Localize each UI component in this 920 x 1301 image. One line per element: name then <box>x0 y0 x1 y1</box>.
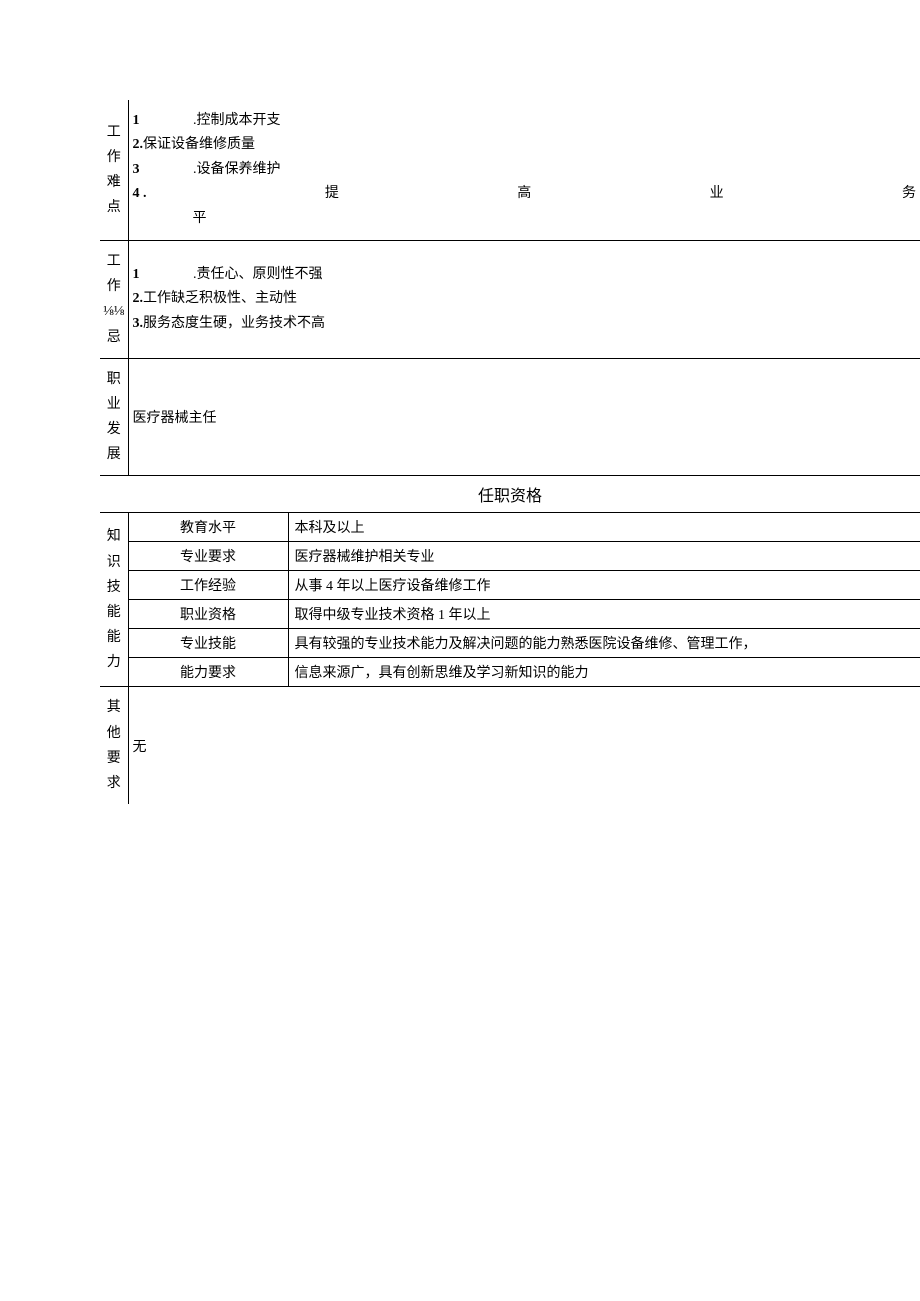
other-text: 无 <box>133 740 147 755</box>
label-char: 忌 <box>102 325 126 350</box>
item-number: 4 . <box>133 183 147 205</box>
qualification-row: 专业技能 具有较强的专业技术能力及解决问题的能力熟悉医院设备维修、管理工作， <box>100 629 920 658</box>
label-char: 要 <box>102 746 126 771</box>
qualification-row: 知 识 技 能 能 力 教育水平 本科及以上 <box>100 513 920 542</box>
taboos-row: 工 作 ⅛⅛ 忌 1 .责任心、原则性不强 2.工作缺乏积极性、主动性 3.服务… <box>100 240 920 358</box>
other-content: 无 <box>128 687 920 804</box>
list-item: 3.服务态度生硬，业务技术不高 <box>133 313 917 335</box>
list-item: 2.保证设备维修质量 <box>133 134 917 156</box>
qualification-row: 职业资格 取得中级专业技术资格 1 年以上 <box>100 600 920 629</box>
justified-char: 业 <box>710 183 724 205</box>
career-content: 医疗器械主任 <box>128 358 920 476</box>
label-char: 业 <box>102 392 126 417</box>
label-char: 求 <box>102 771 126 796</box>
label-char: 力 <box>102 650 126 675</box>
item-number: 1 <box>133 110 140 132</box>
item-text: .设备保养维护 <box>193 162 281 177</box>
item-number: 2. <box>133 134 144 156</box>
label-char: 他 <box>102 721 126 746</box>
list-item-justified: 4 . 提 高 业 务 <box>133 183 917 205</box>
qualification-row: 工作经验 从事 4 年以上医疗设备维修工作 <box>100 571 920 600</box>
label-char: 知 <box>102 524 126 549</box>
qualification-sublabel: 教育水平 <box>128 513 288 542</box>
label-char: 识 <box>102 550 126 575</box>
difficulties-row: 工 作 难 点 1 .控制成本开支 2.保证设备维修质量 3 .设备保养维护 4… <box>100 100 920 240</box>
item-number: 3 <box>133 159 140 181</box>
qualification-value: 本科及以上 <box>288 513 920 542</box>
knowledge-label: 知 识 技 能 能 力 <box>100 513 128 687</box>
other-label: 其 他 要 求 <box>100 687 128 804</box>
qualification-sublabel: 专业要求 <box>128 542 288 571</box>
qualification-row: 专业要求 医疗器械维护相关专业 <box>100 542 920 571</box>
label-char: 点 <box>102 195 126 220</box>
label-char: 工 <box>102 249 126 274</box>
qualification-value: 信息来源广，具有创新思维及学习新知识的能力 <box>288 658 920 687</box>
list-item: 3 .设备保养维护 <box>133 159 917 181</box>
justified-char: 高 <box>517 183 531 205</box>
qualifications-header-row: 任职资格 <box>100 476 920 513</box>
qualification-row: 能力要求 信息来源广，具有创新思维及学习新知识的能力 <box>100 658 920 687</box>
label-char: 职 <box>102 367 126 392</box>
item-text: 平 <box>193 211 207 226</box>
label-char: 展 <box>102 442 126 467</box>
label-char: 其 <box>102 695 126 720</box>
item-text: 工作缺乏积极性、主动性 <box>143 291 297 306</box>
label-char: ⅛⅛ <box>102 299 126 324</box>
career-label: 职 业 发 展 <box>100 358 128 476</box>
list-item-tail: 平 <box>133 208 917 230</box>
label-char: 难 <box>102 170 126 195</box>
difficulties-content: 1 .控制成本开支 2.保证设备维修质量 3 .设备保养维护 4 . 提 高 业… <box>128 100 920 240</box>
label-char: 作 <box>102 145 126 170</box>
label-char: 技 <box>102 575 126 600</box>
section-title: 任职资格 <box>478 488 542 505</box>
difficulties-label: 工 作 难 点 <box>100 100 128 240</box>
item-number: 2. <box>133 288 144 310</box>
item-number: 3. <box>133 313 144 335</box>
label-char: 能 <box>102 600 126 625</box>
qualifications-header: 任职资格 <box>100 476 920 513</box>
list-item: 2.工作缺乏积极性、主动性 <box>133 288 917 310</box>
item-text: .控制成本开支 <box>193 113 281 128</box>
taboos-content: 1 .责任心、原则性不强 2.工作缺乏积极性、主动性 3.服务态度生硬，业务技术… <box>128 240 920 358</box>
qualification-sublabel: 能力要求 <box>128 658 288 687</box>
label-char: 能 <box>102 625 126 650</box>
career-row: 职 业 发 展 医疗器械主任 <box>100 358 920 476</box>
list-item: 1 .责任心、原则性不强 <box>133 264 917 286</box>
qualification-sublabel: 专业技能 <box>128 629 288 658</box>
item-text: 保证设备维修质量 <box>143 137 255 152</box>
label-char: 发 <box>102 417 126 442</box>
label-char: 工 <box>102 120 126 145</box>
list-item: 1 .控制成本开支 <box>133 110 917 132</box>
item-text: 服务态度生硬，业务技术不高 <box>143 316 325 331</box>
justified-char: 务 <box>902 183 916 205</box>
career-text: 医疗器械主任 <box>133 411 217 426</box>
qualification-sublabel: 工作经验 <box>128 571 288 600</box>
qualification-value: 具有较强的专业技术能力及解决问题的能力熟悉医院设备维修、管理工作， <box>288 629 920 658</box>
qualification-value: 医疗器械维护相关专业 <box>288 542 920 571</box>
label-char: 作 <box>102 274 126 299</box>
other-row: 其 他 要 求 无 <box>100 687 920 804</box>
justified-char: 提 <box>325 183 339 205</box>
qualification-sublabel: 职业资格 <box>128 600 288 629</box>
item-number: 1 <box>133 264 140 286</box>
item-text: .责任心、原则性不强 <box>193 267 323 282</box>
qualification-value: 取得中级专业技术资格 1 年以上 <box>288 600 920 629</box>
taboos-label: 工 作 ⅛⅛ 忌 <box>100 240 128 358</box>
qualification-value: 从事 4 年以上医疗设备维修工作 <box>288 571 920 600</box>
